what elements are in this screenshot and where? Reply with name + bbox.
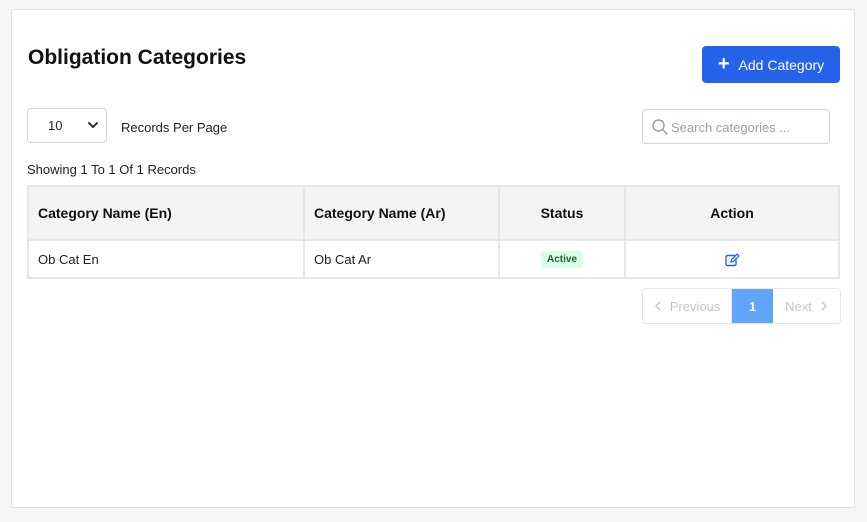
content-card: Obligation Categories + Add Category 10 … [11,9,855,508]
records-per-page-label: Records Per Page [121,120,228,135]
status-badge: Active [540,251,583,268]
cell-name-en: Ob Cat En [27,239,305,279]
next-page-button[interactable]: Next [773,289,840,323]
categories-table: Category Name (En) Category Name (Ar) St… [27,185,840,279]
chevron-right-icon [821,301,827,311]
cell-action [624,239,840,279]
records-per-page-value: 10 [48,118,63,133]
table-header-row: Category Name (En) Category Name (Ar) St… [27,185,840,241]
page-number-button[interactable]: 1 [732,289,773,323]
column-header-name-en[interactable]: Category Name (En) [27,185,305,241]
edit-icon[interactable] [724,253,740,267]
page-title: Obligation Categories [28,46,247,69]
next-label: Next [785,298,812,314]
chevron-left-icon [654,301,661,311]
records-summary: Showing 1 To 1 Of 1 Records [27,162,196,177]
pagination: Previous 1 Next [642,288,841,324]
cell-status: Active [498,239,626,279]
previous-page-button[interactable]: Previous [643,289,732,323]
chevron-down-icon [88,122,98,128]
column-header-status[interactable]: Status [498,185,626,241]
search-input[interactable] [671,117,821,137]
plus-icon: + [717,52,730,75]
table-row: Ob Cat En Ob Cat Ar Active [27,239,840,279]
search-box[interactable] [642,109,830,144]
add-category-button[interactable]: + Add Category [702,46,840,83]
add-category-label: Add Category [738,56,825,73]
previous-label: Previous [669,298,721,314]
cell-name-ar: Ob Cat Ar [303,239,500,279]
records-per-page-select[interactable]: 10 [27,108,107,143]
search-icon [652,119,668,135]
column-header-action: Action [624,185,840,241]
column-header-name-ar[interactable]: Category Name (Ar) [303,185,500,241]
